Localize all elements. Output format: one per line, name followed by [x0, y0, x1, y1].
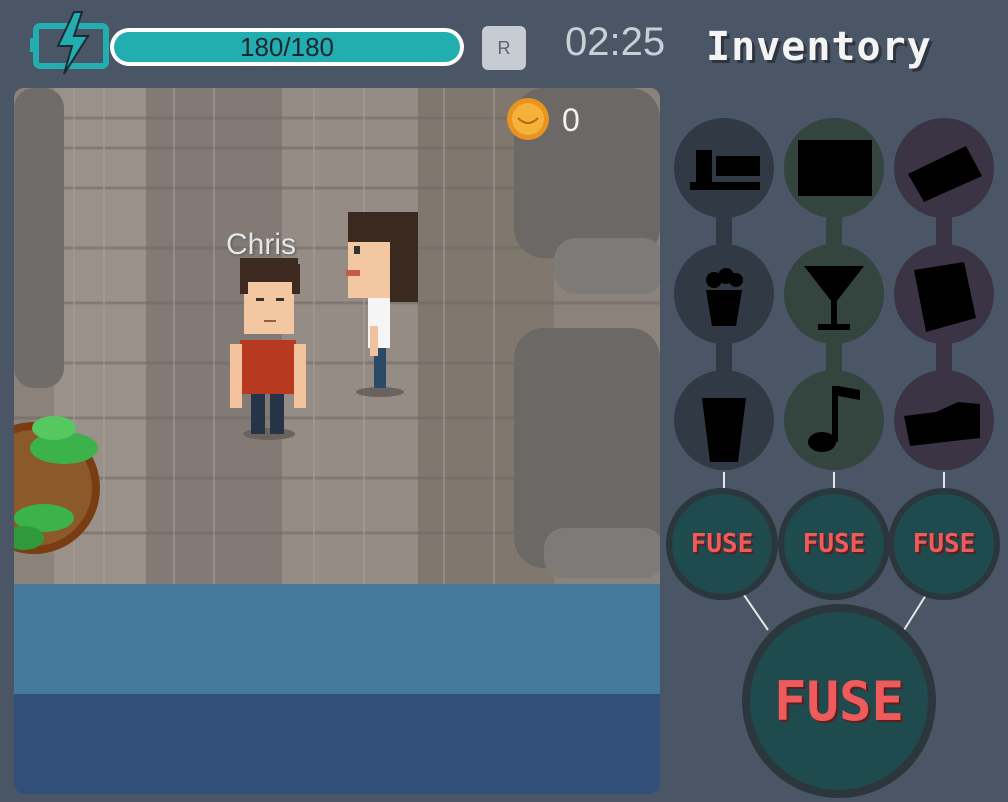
energy-value: 180/180	[240, 31, 334, 62]
inventory-column-1	[674, 118, 774, 470]
coin-count: 0	[562, 102, 580, 138]
inventory-panel: FUSE FUSE FUSE FUSE	[664, 90, 1008, 802]
npc-name-label: Chris	[226, 228, 297, 261]
timer: 02:25	[565, 20, 666, 64]
scene-art	[14, 88, 660, 794]
fuse-button-1[interactable]: FUSE	[666, 488, 778, 600]
water-area	[14, 584, 660, 694]
fuse-button-3[interactable]: FUSE	[888, 488, 1000, 600]
energy-battery-icon	[30, 11, 109, 75]
sofa	[514, 88, 660, 578]
coin-icon	[507, 98, 549, 140]
fuse-button-2[interactable]: FUSE	[778, 488, 890, 600]
fuse-main-button[interactable]: FUSE	[742, 604, 936, 798]
game-scene[interactable]: 0 Chris	[14, 88, 660, 794]
monitor-icon	[798, 140, 872, 196]
inventory-column-2	[784, 118, 884, 470]
inventory-title: Inventory	[706, 24, 932, 70]
reset-button[interactable]: R	[482, 26, 526, 70]
inventory-column-3	[894, 118, 994, 470]
left-sofa	[14, 88, 64, 388]
energy-bar: 180/180	[110, 28, 464, 66]
deep-water	[14, 694, 660, 794]
food-tray-icon	[690, 150, 760, 190]
hud-bar: 180/180 R 02:25 Inventory	[0, 0, 1008, 90]
